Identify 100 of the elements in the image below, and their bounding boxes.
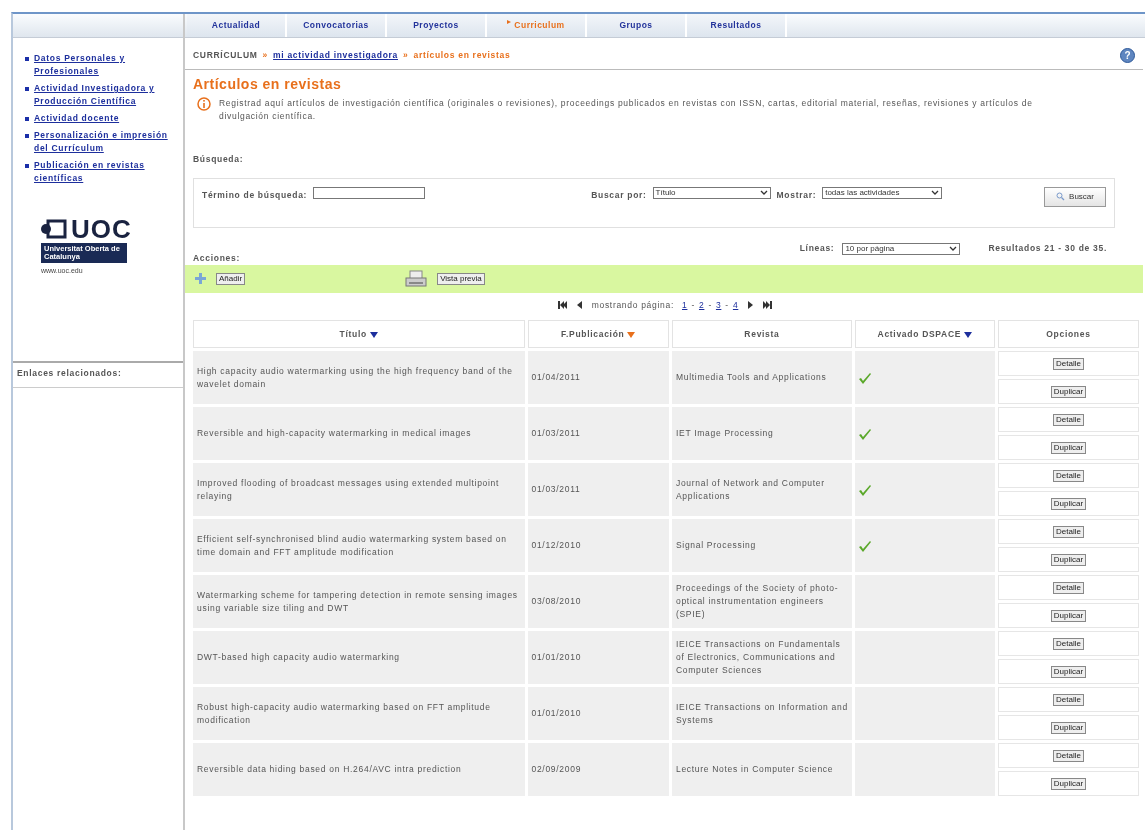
table-cell: 01/12/2010 [527, 519, 669, 573]
description-text: Registrad aquí artículos de investigación científica (originales o revisiones), proceedings publicados en revistas con ISSN, cartas, editorial material, reseñas, revisiones y artículos de divulgación científica. [219, 97, 1034, 123]
table-cell: Reversible data hiding based on H.264/AVC intra prediction [193, 743, 525, 797]
duplicate-button[interactable]: Duplicar [1050, 777, 1087, 790]
table-cell: Proceedings of the Society of photo-optical instrumentation engineers (SPIE) [671, 575, 852, 629]
search-term-label: Término de búsqueda: [202, 188, 308, 202]
page-link[interactable]: 4 [732, 298, 739, 312]
duplicate-button[interactable]: Duplicar [1050, 441, 1087, 454]
detail-button[interactable]: Detalle [1053, 525, 1084, 538]
search-section-label: Búsqueda: [193, 154, 244, 164]
related-links-heading: Enlaces relacionados: [17, 367, 122, 378]
table-cell: 01/01/2010 [527, 687, 669, 741]
show-label: Mostrar: [776, 188, 817, 202]
table-cell: Journal of Network and Computer Applications [671, 463, 852, 517]
sidebar-link[interactable]: Publicación en revistas científicas [34, 159, 175, 185]
table-cell: Watermarking scheme for tampering detection in remote sensing images using variable size tiling and DWT [193, 575, 525, 629]
table-cell: Efficient self-synchronised blind audio watermarking system based on time domain and FFT amplitude modification [193, 519, 525, 573]
duplicate-button[interactable]: Duplicar [1050, 385, 1087, 398]
nav-tab[interactable]: Grupos [587, 14, 687, 37]
logo-icon [41, 218, 67, 240]
detail-button[interactable]: Detalle [1053, 581, 1084, 594]
nav-tab[interactable]: Actualidad [187, 14, 287, 37]
bullet-icon [25, 134, 29, 138]
search-term-field[interactable] [313, 186, 426, 199]
table-cell: Multimedia Tools and Applications [671, 351, 852, 405]
column-header[interactable]: Título [193, 320, 525, 349]
nav-tab[interactable]: Resultados [687, 14, 787, 37]
table-cell: IEICE Transactions on Fundamentals of Electronics, Communications and Computer Sciences [671, 631, 852, 685]
search-by-label: Buscar por: [591, 188, 647, 202]
table-cell: Reversible and high-capacity watermarking in medical images [193, 407, 525, 461]
table-cell: Signal Processing [671, 519, 852, 573]
sidebar-link[interactable]: Personalización e impresión del Currículum [34, 129, 175, 155]
table-cell: IEICE Transactions on Information and Systems [671, 687, 852, 741]
detail-button[interactable]: Detalle [1053, 749, 1084, 762]
page-title: Artículos en revistas [193, 75, 343, 94]
pager-separator: - [691, 298, 695, 312]
breadcrumb-separator: » [403, 49, 409, 62]
results-count: Resultados 21 - 30 de 35. [988, 241, 1107, 255]
duplicate-button[interactable]: Duplicar [1050, 553, 1087, 566]
table-cell: Robust high-capacity audio watermarking based on FFT amplitude modification [193, 687, 525, 741]
duplicate-button[interactable]: Duplicar [1050, 721, 1087, 734]
search-button[interactable]: Buscar [1044, 186, 1106, 207]
lines-label: Líneas: [799, 241, 835, 255]
table-cell: 03/08/2010 [527, 575, 669, 629]
bullet-icon [25, 87, 29, 91]
add-button[interactable]: Añadir [216, 272, 246, 285]
pager-separator: - [725, 298, 729, 312]
table-cell: DWT-based high capacity audio watermarking [193, 631, 525, 685]
page-link[interactable]: 1 [682, 298, 688, 312]
detail-button[interactable]: Detalle [1053, 693, 1084, 706]
logo-text: UOC [71, 215, 132, 243]
table-cell: 01/03/2011 [527, 407, 669, 461]
bullet-icon [25, 117, 29, 121]
breadcrumb-current: artículos en revistas [413, 49, 511, 62]
nav-tab[interactable]: Convocatorias [287, 14, 387, 37]
first-page-icon[interactable] [557, 300, 567, 309]
detail-button[interactable]: Detalle [1053, 413, 1084, 426]
column-header[interactable]: F.Publicación [527, 320, 669, 349]
column-header[interactable]: Activado DSPACE [854, 320, 995, 349]
printer-icon [405, 269, 428, 288]
duplicate-button[interactable]: Duplicar [1050, 497, 1087, 510]
breadcrumb-separator: » [262, 49, 269, 62]
show-select[interactable]: todas las actividades [822, 186, 943, 199]
table-cell: Lecture Notes in Computer Science [671, 743, 852, 797]
table-cell: 01/04/2011 [527, 351, 669, 405]
breadcrumb-link[interactable]: mi actividad investigadora [273, 49, 398, 62]
search-by-select[interactable]: Título [652, 186, 771, 199]
actions-label: Acciones: [193, 251, 240, 265]
pager-separator: - [708, 298, 712, 312]
chevron-icon [931, 189, 940, 196]
detail-button[interactable]: Detalle [1053, 637, 1084, 650]
pager-label: mostrando página: [591, 298, 674, 312]
table-cell: High capacity audio watermarking using the high frequency band of the wavelet domain [193, 351, 525, 405]
nav-tab[interactable]: Proyectos [387, 14, 487, 37]
page-link[interactable]: 2 [698, 298, 705, 312]
plus-icon [195, 273, 206, 284]
last-page-icon[interactable] [763, 300, 773, 309]
detail-button[interactable]: Detalle [1053, 357, 1084, 370]
breadcrumb-root: CURRÍCULUM [193, 49, 258, 62]
preview-button[interactable]: Vista previa [437, 272, 485, 285]
table-cell: 02/09/2009 [527, 743, 669, 797]
info-icon [197, 97, 211, 111]
chevron-icon [949, 245, 958, 252]
sidebar-link[interactable]: Datos Personales y Profesionales [34, 52, 175, 78]
sidebar-link[interactable]: Actividad Investigadora y Producción Científica [34, 82, 175, 108]
sidebar-link[interactable]: Actividad docente [34, 112, 120, 125]
lines-select[interactable]: 10 por página [842, 242, 961, 255]
page-link[interactable]: 3 [715, 298, 722, 312]
table-cell: 01/01/2010 [527, 631, 669, 685]
table-cell: Improved flooding of broadcast messages using extended multipoint relaying [193, 463, 525, 517]
detail-button[interactable]: Detalle [1053, 469, 1084, 482]
help-button[interactable]: ? [1120, 48, 1135, 63]
table-cell: 01/03/2011 [527, 463, 669, 517]
bullet-icon [25, 164, 29, 168]
bullet-icon [25, 57, 29, 61]
duplicate-button[interactable]: Duplicar [1050, 665, 1087, 678]
column-header: Revista [671, 320, 852, 349]
magnifier-icon [1056, 192, 1066, 202]
duplicate-button[interactable]: Duplicar [1050, 609, 1087, 622]
chevron-icon [759, 189, 768, 196]
